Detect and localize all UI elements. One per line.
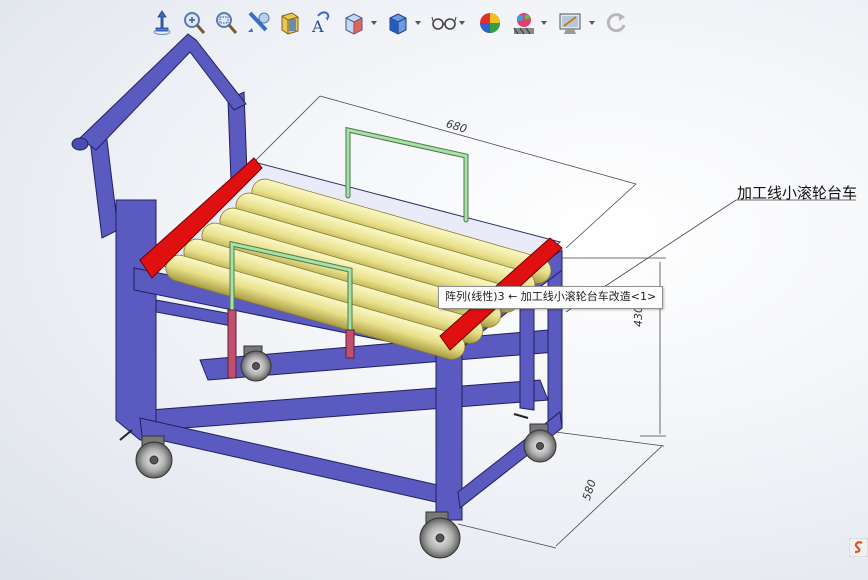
caster-front-left [135,435,173,479]
model-callout-label: 加工线小滚轮台车 [737,184,858,202]
caster-rear-left [240,345,272,382]
dimension-height: 430 [632,306,645,327]
input-method-icon[interactable] [849,538,868,557]
graphics-area[interactable]: A 680 430 580 加工线小滚轮台车 阵列(线性)3 ← 加工线小滚轮台… [0,0,868,580]
casters [119,345,557,559]
roller-cart-model[interactable] [0,0,868,580]
hover-tooltip: 阵列(线性)3 ← 加工线小滚轮台车改造<1> [438,286,664,309]
